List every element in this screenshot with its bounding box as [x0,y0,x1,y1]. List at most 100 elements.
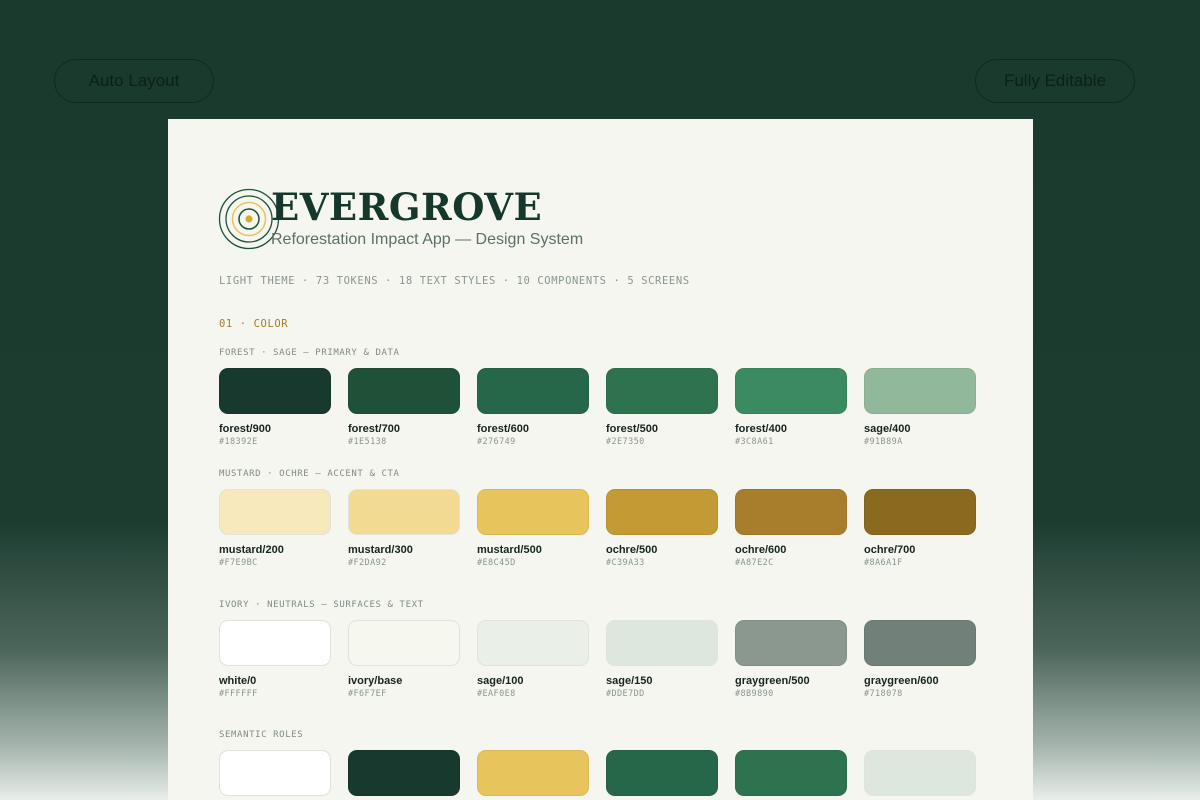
swatch-name: mustard/200 [219,544,284,556]
swatch-hex: #8A6A1F [864,558,903,568]
color-swatch[interactable]: mustard/300 #F2DA92 [348,489,460,569]
color-swatch[interactable] [864,750,976,796]
swatch-name: forest/600 [477,423,529,435]
color-chip [864,620,976,666]
swatch-row: mustard/200 #F7E9BC mustard/300 #F2DA92 … [219,489,979,569]
color-swatch[interactable]: sage/400 #91B89A [864,368,976,448]
swatch-name: graygreen/600 [864,675,939,687]
color-swatch[interactable]: mustard/500 #E8C45D [477,489,589,569]
swatch-hex: #8B9890 [735,689,774,699]
color-chip [606,368,718,414]
swatch-name: ivory/base [348,675,403,687]
color-chip [606,750,718,796]
color-swatch[interactable] [606,750,718,796]
swatch-hex: #A87E2C [735,558,774,568]
swatch-name: graygreen/500 [735,675,810,687]
color-swatch[interactable]: ochre/600 #A87E2C [735,489,847,569]
swatch-name: mustard/500 [477,544,542,556]
swatch-group-ivory: IVORY · NEUTRALS — SURFACES & TEXT white… [219,599,979,700]
swatch-hex: #E8C45D [477,558,516,568]
swatch-hex: #F6F7EF [348,689,387,699]
swatch-group-semantic: SEMANTIC ROLES [219,729,979,796]
color-chip [735,368,847,414]
group-label: MUSTARD · OCHRE — ACCENT & CTA [219,469,400,479]
color-chip [864,489,976,535]
color-swatch[interactable]: graygreen/600 #718078 [864,620,976,700]
swatch-name: ochre/500 [606,544,658,556]
swatch-hex: #F2DA92 [348,558,387,568]
color-chip [477,750,589,796]
swatch-hex: #718078 [864,689,903,699]
color-swatch[interactable] [477,750,589,796]
color-chip [219,368,331,414]
brand-wordmark: EVERGROVE [271,185,543,229]
swatch-name: sage/400 [864,423,911,435]
color-chip [348,489,460,535]
swatch-hex: #FFFFFF [219,689,258,699]
section-title-color: 01 · COLOR [219,318,289,330]
color-swatch[interactable]: forest/700 #1E5138 [348,368,460,448]
color-swatch[interactable] [348,750,460,796]
swatch-hex: #F7E9BC [219,558,258,568]
color-chip [477,620,589,666]
color-swatch[interactable]: ivory/base #F6F7EF [348,620,460,700]
swatch-hex: #C39A33 [606,558,645,568]
swatch-group-forest: FOREST · SAGE — PRIMARY & DATA forest/90… [219,347,979,448]
group-label: IVORY · NEUTRALS — SURFACES & TEXT [219,600,424,610]
color-swatch[interactable]: ochre/500 #C39A33 [606,489,718,569]
color-chip [348,620,460,666]
swatch-name: forest/700 [348,423,400,435]
swatch-row: forest/900 #18392E forest/700 #1E5138 fo… [219,368,979,448]
swatch-hex: #DDE7DD [606,689,645,699]
group-label: FOREST · SAGE — PRIMARY & DATA [219,348,400,358]
swatch-hex: #91B89A [864,437,903,447]
swatch-name: ochre/600 [735,544,787,556]
color-swatch[interactable]: mustard/200 #F7E9BC [219,489,331,569]
color-chip [864,750,976,796]
color-swatch[interactable]: forest/900 #18392E [219,368,331,448]
swatch-hex: #EAF0E8 [477,689,516,699]
design-system-card: EVERGROVE Reforestation Impact App — Des… [168,119,1033,800]
color-chip [864,368,976,414]
swatch-hex: #1E5138 [348,437,387,447]
swatch-hex: #18392E [219,437,258,447]
color-chip [477,368,589,414]
group-label: SEMANTIC ROLES [219,730,304,740]
swatch-group-mustard: MUSTARD · OCHRE — ACCENT & CTA mustard/2… [219,468,979,569]
color-chip [606,489,718,535]
swatch-hex: #2E7350 [606,437,645,447]
swatch-name: ochre/700 [864,544,916,556]
color-swatch[interactable]: sage/100 #EAF0E8 [477,620,589,700]
swatch-name: mustard/300 [348,544,413,556]
page-subtitle: Reforestation Impact App — Design System [271,231,584,248]
color-chip [477,489,589,535]
swatch-hex: #276749 [477,437,516,447]
color-swatch[interactable]: forest/500 #2E7350 [606,368,718,448]
color-swatch[interactable]: sage/150 #DDE7DD [606,620,718,700]
color-chip [735,489,847,535]
swatch-name: sage/100 [477,675,524,687]
color-chip [219,750,331,796]
color-chip [348,368,460,414]
swatch-name: forest/500 [606,423,658,435]
color-chip [606,620,718,666]
fully-editable-pill[interactable]: Fully Editable [975,59,1135,103]
swatch-row: white/0 #FFFFFF ivory/base #F6F7EF sage/… [219,620,979,700]
color-swatch[interactable] [219,750,331,796]
swatch-name: forest/400 [735,423,787,435]
swatch-name: sage/150 [606,675,653,687]
swatch-hex: #3C8A61 [735,437,774,447]
color-chip [348,750,460,796]
color-swatch[interactable] [735,750,847,796]
color-swatch[interactable]: graygreen/500 #8B9890 [735,620,847,700]
swatch-name: white/0 [219,675,257,687]
color-chip [735,620,847,666]
color-chip [735,750,847,796]
color-swatch[interactable]: white/0 #FFFFFF [219,620,331,700]
color-swatch[interactable]: forest/400 #3C8A61 [735,368,847,448]
color-swatch[interactable]: ochre/700 #8A6A1F [864,489,976,569]
auto-layout-pill[interactable]: Auto Layout [54,59,214,103]
color-swatch[interactable]: forest/600 #276749 [477,368,589,448]
color-chip [219,620,331,666]
system-meta: LIGHT THEME · 73 TOKENS · 18 TEXT STYLES… [219,275,690,287]
